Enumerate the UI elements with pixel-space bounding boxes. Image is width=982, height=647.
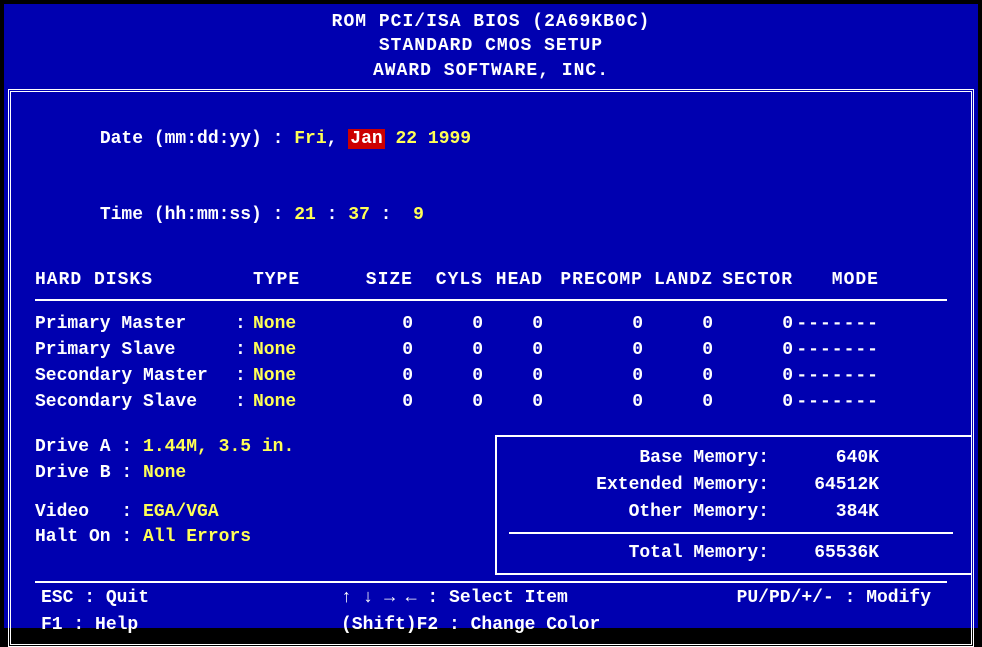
date-label: Date (mm:dd:yy) bbox=[100, 129, 262, 149]
hd-size: 0 bbox=[343, 389, 413, 415]
time-mm[interactable]: 37 bbox=[348, 205, 370, 225]
video-value[interactable]: EGA/VGA bbox=[143, 502, 219, 522]
hint-esc: ESC : Quit bbox=[41, 585, 341, 611]
hd-mode: ------- bbox=[793, 389, 883, 415]
col-precomp: PRECOMP bbox=[543, 267, 643, 293]
time-label: Time (hh:mm:ss) bbox=[100, 205, 262, 225]
total-memory-row: Total Memory:65536K bbox=[509, 540, 953, 567]
hd-sector: 0 bbox=[713, 363, 793, 389]
hd-landz: 0 bbox=[643, 363, 713, 389]
footer-divider bbox=[35, 581, 947, 583]
hd-precomp: 0 bbox=[543, 337, 643, 363]
hd-head: 0 bbox=[483, 311, 543, 337]
lower-section: Drive A : 1.44M, 3.5 in. Drive B : None … bbox=[35, 435, 947, 575]
hd-type[interactable]: None bbox=[253, 363, 343, 389]
drive-a-value[interactable]: 1.44M, 3.5 in. bbox=[143, 437, 294, 457]
hard-disk-header: HARD DISKS TYPE SIZE CYLS HEAD PRECOMP L… bbox=[35, 267, 947, 293]
header-line-2: STANDARD CMOS SETUP bbox=[8, 34, 974, 58]
hard-disk-row[interactable]: Secondary Master:None000000------- bbox=[35, 363, 947, 389]
hd-landz: 0 bbox=[643, 311, 713, 337]
hd-divider bbox=[35, 299, 947, 301]
date-row[interactable]: Date (mm:dd:yy) : Fri, Jan 22 1999 bbox=[35, 102, 947, 178]
hard-disk-table: Primary Master:None000000-------Primary … bbox=[35, 311, 947, 415]
hint-modify: PU/PD/+/- : Modify bbox=[641, 585, 941, 611]
hd-precomp: 0 bbox=[543, 363, 643, 389]
col-sector: SECTOR bbox=[713, 267, 793, 293]
bios-header: ROM PCI/ISA BIOS (2A69KB0C) STANDARD CMO… bbox=[8, 8, 974, 87]
lower-left: Drive A : 1.44M, 3.5 in. Drive B : None … bbox=[35, 435, 495, 575]
hint-shiftf2: (Shift)F2 : Change Color bbox=[341, 612, 641, 638]
hint-arrows: ↑ ↓ → ← : Select Item bbox=[341, 585, 641, 611]
hd-precomp: 0 bbox=[543, 389, 643, 415]
col-landz: LANDZ bbox=[643, 267, 713, 293]
hard-disk-row[interactable]: Secondary Slave:None000000------- bbox=[35, 389, 947, 415]
memory-box: Base Memory:640K Extended Memory:64512K … bbox=[495, 435, 971, 575]
hd-name: Secondary Slave bbox=[35, 389, 235, 415]
hd-cyls: 0 bbox=[413, 337, 483, 363]
hint-f1: F1 : Help bbox=[41, 612, 341, 638]
hd-cyls: 0 bbox=[413, 311, 483, 337]
col-type: TYPE bbox=[253, 267, 343, 293]
memory-divider bbox=[509, 532, 953, 534]
hd-mode: ------- bbox=[793, 311, 883, 337]
footer-row-1: ESC : Quit ↑ ↓ → ← : Select Item PU/PD/+… bbox=[35, 585, 947, 611]
other-memory-row: Other Memory:384K bbox=[509, 499, 953, 526]
hd-type[interactable]: None bbox=[253, 337, 343, 363]
drive-b-value[interactable]: None bbox=[143, 463, 186, 483]
base-memory-row: Base Memory:640K bbox=[509, 445, 953, 472]
time-row[interactable]: Time (hh:mm:ss) : 21 : 37 : 9 bbox=[35, 177, 947, 253]
hd-sector: 0 bbox=[713, 337, 793, 363]
col-size: SIZE bbox=[343, 267, 413, 293]
halt-on-row[interactable]: Halt On : All Errors bbox=[35, 525, 495, 550]
hd-name: Primary Master bbox=[35, 311, 235, 337]
main-frame: Date (mm:dd:yy) : Fri, Jan 22 1999 Time … bbox=[8, 89, 974, 647]
hard-disk-row[interactable]: Primary Master:None000000------- bbox=[35, 311, 947, 337]
drive-a-row[interactable]: Drive A : 1.44M, 3.5 in. bbox=[35, 435, 495, 460]
col-mode: MODE bbox=[793, 267, 883, 293]
extended-memory-row: Extended Memory:64512K bbox=[509, 472, 953, 499]
hd-cyls: 0 bbox=[413, 389, 483, 415]
time-ss[interactable]: 9 bbox=[402, 205, 424, 225]
time-hh[interactable]: 21 bbox=[294, 205, 316, 225]
col-head: HEAD bbox=[483, 267, 543, 293]
col-hard-disks: HARD DISKS bbox=[35, 267, 235, 293]
date-month-selected[interactable]: Jan bbox=[348, 129, 384, 149]
hd-sector: 0 bbox=[713, 389, 793, 415]
col-cyls: CYLS bbox=[413, 267, 483, 293]
date-dow[interactable]: Fri bbox=[294, 129, 326, 149]
hd-sector: 0 bbox=[713, 311, 793, 337]
drive-b-row[interactable]: Drive B : None bbox=[35, 461, 495, 486]
hd-mode: ------- bbox=[793, 363, 883, 389]
bios-screen: ROM PCI/ISA BIOS (2A69KB0C) STANDARD CMO… bbox=[0, 0, 982, 632]
hd-type[interactable]: None bbox=[253, 389, 343, 415]
video-row[interactable]: Video : EGA/VGA bbox=[35, 500, 495, 525]
hd-name: Secondary Master bbox=[35, 363, 235, 389]
date-day[interactable]: 22 bbox=[395, 129, 417, 149]
hard-disk-row[interactable]: Primary Slave:None000000------- bbox=[35, 337, 947, 363]
header-line-3: AWARD SOFTWARE, INC. bbox=[8, 59, 974, 83]
hd-precomp: 0 bbox=[543, 311, 643, 337]
hd-cyls: 0 bbox=[413, 363, 483, 389]
halt-on-value[interactable]: All Errors bbox=[143, 527, 251, 547]
hd-size: 0 bbox=[343, 363, 413, 389]
hd-size: 0 bbox=[343, 311, 413, 337]
header-line-1: ROM PCI/ISA BIOS (2A69KB0C) bbox=[8, 10, 974, 34]
date-year[interactable]: 1999 bbox=[428, 129, 471, 149]
hd-landz: 0 bbox=[643, 337, 713, 363]
hd-type[interactable]: None bbox=[253, 311, 343, 337]
hd-size: 0 bbox=[343, 337, 413, 363]
hd-mode: ------- bbox=[793, 337, 883, 363]
hd-name: Primary Slave bbox=[35, 337, 235, 363]
hd-head: 0 bbox=[483, 363, 543, 389]
hd-head: 0 bbox=[483, 337, 543, 363]
footer-row-2: F1 : Help (Shift)F2 : Change Color bbox=[35, 612, 947, 638]
hd-head: 0 bbox=[483, 389, 543, 415]
hd-landz: 0 bbox=[643, 389, 713, 415]
